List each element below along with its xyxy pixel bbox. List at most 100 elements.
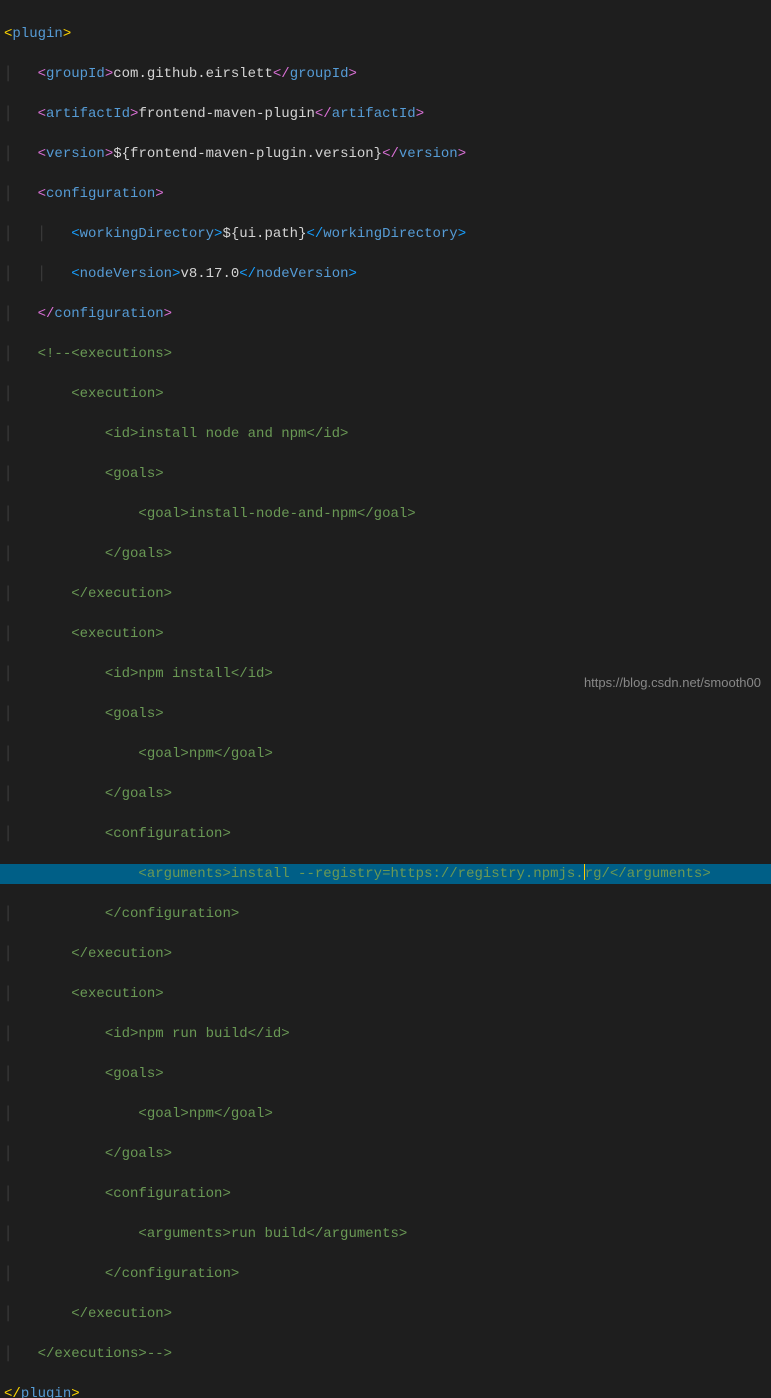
- xml-comment: </goals>: [38, 1146, 172, 1162]
- code-line-active[interactable]: <arguments>install --registry=https://re…: [0, 864, 771, 884]
- bracket: >: [458, 146, 466, 162]
- bracket: <: [71, 226, 79, 242]
- code-line[interactable]: │ <configuration>: [0, 184, 771, 204]
- indent-guide: │: [4, 946, 38, 962]
- code-line[interactable]: │ </goals>: [0, 544, 771, 564]
- indent-guide: │: [4, 546, 38, 562]
- xml-tag: groupId: [46, 66, 105, 82]
- indent-guide: │: [4, 986, 38, 1002]
- xml-comment: <id>install node and npm</id>: [38, 426, 349, 442]
- code-line[interactable]: │ </configuration>: [0, 904, 771, 924]
- xml-tag: plugin: [12, 26, 62, 42]
- indent-guide: │: [4, 426, 38, 442]
- code-line[interactable]: │ <goal>npm</goal>: [0, 1104, 771, 1124]
- code-line[interactable]: │ <configuration>: [0, 824, 771, 844]
- code-line[interactable]: │ </goals>: [0, 1144, 771, 1164]
- indent-guide: │: [4, 1346, 38, 1362]
- indent-guide: │: [4, 1306, 38, 1322]
- bracket: >: [105, 66, 113, 82]
- xml-comment: <execution>: [38, 986, 164, 1002]
- xml-comment: </execution>: [38, 586, 172, 602]
- code-line[interactable]: │ <!--<executions>: [0, 344, 771, 364]
- code-line[interactable]: │ <goals>: [0, 704, 771, 724]
- code-line[interactable]: │ </configuration>: [0, 304, 771, 324]
- code-line[interactable]: │ <id>npm run build</id>: [0, 1024, 771, 1044]
- code-line[interactable]: │ <groupId>com.github.eirslett</groupId>: [0, 64, 771, 84]
- code-line[interactable]: │ <goals>: [0, 1064, 771, 1084]
- indent-guide: │: [4, 1106, 38, 1122]
- code-line[interactable]: │ <configuration>: [0, 1184, 771, 1204]
- xml-tag: configuration: [46, 186, 155, 202]
- xml-comment: rg/</arguments>: [585, 866, 711, 882]
- bracket: <: [71, 266, 79, 282]
- bracket: <: [38, 66, 46, 82]
- xml-comment: <!--<executions>: [38, 346, 172, 362]
- indent-guide: │: [4, 386, 38, 402]
- bracket: >: [349, 66, 357, 82]
- bracket: >: [63, 26, 71, 42]
- indent-guide: │: [4, 1266, 38, 1282]
- code-line[interactable]: │ <goal>install-node-and-npm</goal>: [0, 504, 771, 524]
- xml-text: ${frontend-maven-plugin.version}: [113, 146, 382, 162]
- xml-tag: nodeVersion: [80, 266, 172, 282]
- indent-guide: │: [4, 826, 38, 842]
- indent-guide: │: [4, 306, 38, 322]
- bracket: >: [416, 106, 424, 122]
- code-line[interactable]: │ <execution>: [0, 384, 771, 404]
- indent-guide: │: [4, 786, 38, 802]
- bracket: >: [155, 186, 163, 202]
- indent-guide: │: [4, 66, 38, 82]
- xml-comment: <goals>: [38, 1066, 164, 1082]
- indent-guide: │: [4, 1186, 38, 1202]
- code-line[interactable]: │ </configuration>: [0, 1264, 771, 1284]
- xml-tag: version: [399, 146, 458, 162]
- code-line[interactable]: │ </executions>-->: [0, 1344, 771, 1364]
- code-line[interactable]: │ </execution>: [0, 944, 771, 964]
- code-line[interactable]: │ <execution>: [0, 984, 771, 1004]
- xml-comment: </configuration>: [38, 906, 240, 922]
- code-line[interactable]: │ <goal>npm</goal>: [0, 744, 771, 764]
- bracket: >: [458, 226, 466, 242]
- xml-text: v8.17.0: [180, 266, 239, 282]
- indent-guide: │: [4, 626, 38, 642]
- bracket: >: [105, 146, 113, 162]
- bracket: <: [38, 146, 46, 162]
- xml-tag: artifactId: [332, 106, 416, 122]
- text-cursor: [584, 864, 585, 880]
- bracket: </: [239, 266, 256, 282]
- code-line[interactable]: │ <arguments>run build</arguments>: [0, 1224, 771, 1244]
- code-line[interactable]: │ <version>${frontend-maven-plugin.versi…: [0, 144, 771, 164]
- code-line[interactable]: │ </goals>: [0, 784, 771, 804]
- xml-comment: <id>npm install</id>: [38, 666, 273, 682]
- xml-comment: <arguments>install --registry=https://re…: [38, 866, 584, 882]
- code-line[interactable]: │ </execution>: [0, 584, 771, 604]
- indent-guide: │: [4, 186, 38, 202]
- xml-tag: version: [46, 146, 105, 162]
- code-line[interactable]: │ │ <workingDirectory>${ui.path}</workin…: [0, 224, 771, 244]
- indent-guide: │ │: [4, 226, 71, 242]
- xml-text: ${ui.path}: [222, 226, 306, 242]
- code-line[interactable]: │ <goals>: [0, 464, 771, 484]
- xml-comment: </configuration>: [38, 1266, 240, 1282]
- code-line[interactable]: │ <execution>: [0, 624, 771, 644]
- bracket: >: [349, 266, 357, 282]
- indent-guide: │ │: [4, 266, 71, 282]
- xml-comment: <goals>: [38, 706, 164, 722]
- indent-guide: │: [4, 666, 38, 682]
- indent-guide: │: [4, 746, 38, 762]
- indent-guide: │: [4, 146, 38, 162]
- code-line[interactable]: <plugin>: [0, 24, 771, 44]
- indent-guide: │: [4, 466, 38, 482]
- xml-tag: plugin: [21, 1386, 71, 1398]
- code-line[interactable]: │ <artifactId>frontend-maven-plugin</art…: [0, 104, 771, 124]
- code-line[interactable]: │ <id>install node and npm</id>: [0, 424, 771, 444]
- code-line[interactable]: │ │ <nodeVersion>v8.17.0</nodeVersion>: [0, 264, 771, 284]
- code-editor[interactable]: <plugin> │ <groupId>com.github.eirslett<…: [0, 0, 771, 1398]
- code-line[interactable]: │ </execution>: [0, 1304, 771, 1324]
- code-line[interactable]: </plugin>: [0, 1384, 771, 1398]
- bracket: </: [315, 106, 332, 122]
- xml-comment: </goals>: [38, 786, 172, 802]
- xml-text: com.github.eirslett: [113, 66, 273, 82]
- bracket: </: [306, 226, 323, 242]
- xml-comment: <goal>npm</goal>: [38, 1106, 273, 1122]
